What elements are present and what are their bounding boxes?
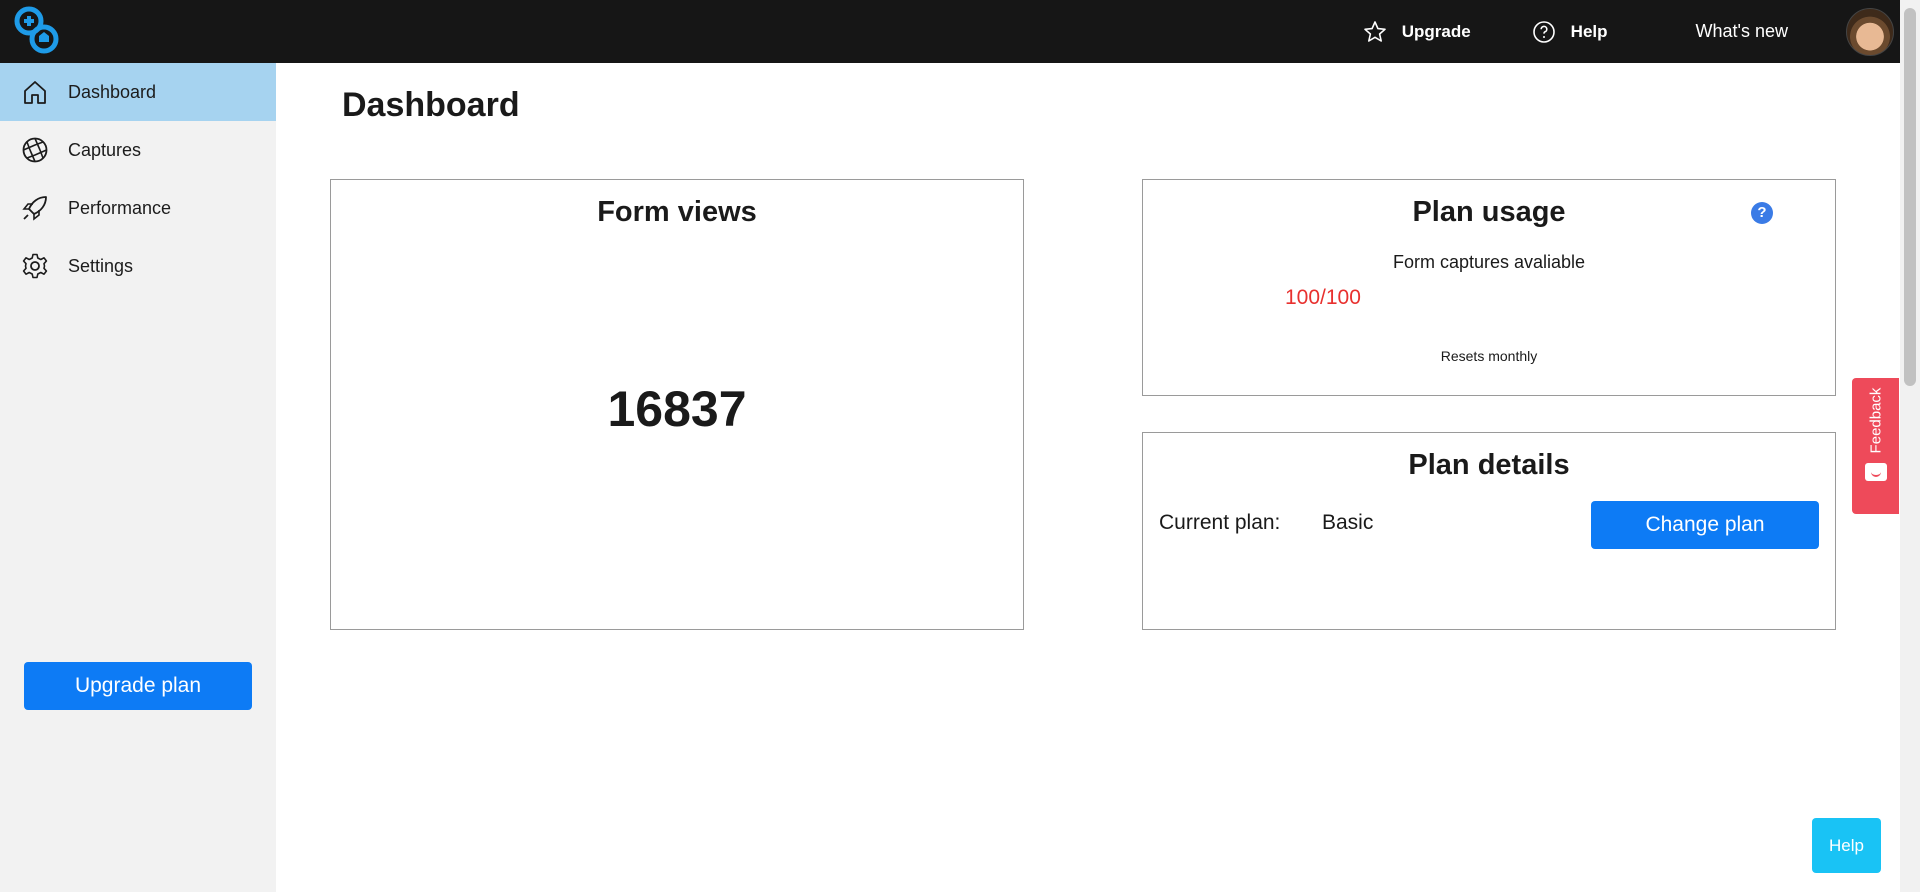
- gear-icon: [20, 251, 50, 281]
- plan-usage-title: Plan usage: [1412, 196, 1566, 228]
- sidebar-item-label: Performance: [68, 197, 172, 218]
- scrollbar-thumb[interactable]: [1904, 8, 1916, 386]
- sidebar-item-label: Dashboard: [68, 81, 157, 102]
- form-views-title: Form views: [597, 196, 757, 228]
- form-views-card: Form views 16837: [330, 179, 1024, 630]
- help-bubble-icon[interactable]: ?: [1751, 202, 1773, 224]
- upgrade-link-label: Upgrade: [1401, 21, 1471, 41]
- smiley-icon: [1864, 462, 1887, 481]
- home-icon: [20, 77, 50, 107]
- sidebar-item-label: Captures: [68, 139, 142, 160]
- question-circle-icon: [1531, 19, 1557, 45]
- plan-details-card: Plan details Current plan: Basic Change …: [1142, 432, 1836, 630]
- plan-details-title: Plan details: [1408, 449, 1570, 481]
- sidebar-item-dashboard[interactable]: Dashboard: [0, 63, 276, 121]
- current-plan-row: Current plan: Basic: [1159, 511, 1373, 535]
- upgrade-link[interactable]: Upgrade: [1362, 19, 1471, 45]
- plan-usage-card: Plan usage ? Form captures avaliable 100…: [1142, 179, 1836, 396]
- help-float-button[interactable]: Help: [1812, 818, 1881, 873]
- upgrade-plan-button[interactable]: Upgrade plan: [24, 662, 252, 710]
- feedback-label: Feedback: [1867, 387, 1884, 453]
- help-link[interactable]: Help: [1531, 19, 1608, 45]
- whats-new-link[interactable]: What's new: [1696, 21, 1788, 42]
- star-icon: [1362, 19, 1388, 45]
- rocket-icon: [20, 193, 50, 223]
- feedback-tab[interactable]: Feedback: [1852, 378, 1899, 514]
- sidebar-item-performance[interactable]: Performance: [0, 179, 276, 237]
- current-plan-value: Basic: [1322, 511, 1374, 534]
- scrollbar[interactable]: [1900, 0, 1920, 892]
- current-plan-label: Current plan:: [1159, 511, 1281, 534]
- form-views-count: 16837: [607, 381, 747, 437]
- captures-value: 100/100: [1285, 286, 1361, 309]
- whats-new-label: What's new: [1695, 21, 1788, 41]
- change-plan-button[interactable]: Change plan: [1591, 501, 1819, 549]
- sidebar-item-label: Settings: [68, 255, 134, 276]
- resets-note: Resets monthly: [1440, 348, 1538, 364]
- help-link-label: Help: [1570, 21, 1608, 41]
- aperture-icon: [20, 135, 50, 165]
- captures-label: Form captures avaliable: [1392, 252, 1586, 272]
- sidebar-item-settings[interactable]: Settings: [0, 237, 276, 295]
- sidebar-item-captures[interactable]: Captures: [0, 121, 276, 179]
- avatar[interactable]: [1846, 7, 1894, 56]
- app-logo[interactable]: [14, 6, 60, 56]
- top-bar: Upgrade Help What's new: [0, 0, 1900, 63]
- sidebar: Dashboard Captures Performance Settings …: [0, 63, 276, 892]
- page-title: Dashboard: [342, 86, 520, 124]
